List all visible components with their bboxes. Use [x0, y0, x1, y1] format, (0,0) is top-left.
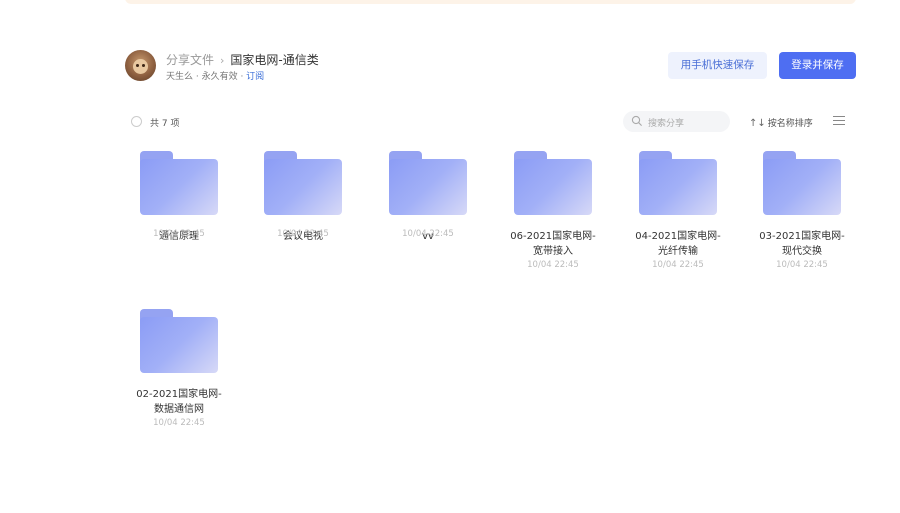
toolbar: 共 7 项 搜索分享 ↑↓ 按名称排序 [131, 111, 851, 133]
sort-label: 按名称排序 [767, 119, 813, 129]
folder-icon [514, 151, 592, 215]
folder-date: 10/04 22:45 [277, 229, 329, 239]
breadcrumb-root[interactable]: 分享文件 [166, 53, 214, 67]
top-notice-banner [125, 0, 856, 4]
folder-icon [264, 151, 342, 215]
folder-name: 03-2021国家电网- 现代交换 [759, 231, 845, 257]
folder-icon [140, 151, 218, 215]
folder-name: 06-2021国家电网- 宽带接入 [510, 231, 596, 257]
search-placeholder: 搜索分享 [648, 119, 685, 129]
folder-date: 10/04 22:45 [153, 418, 205, 428]
breadcrumb: 分享文件 › 国家电网-通信类 [166, 51, 319, 68]
folder-item[interactable]: 06-2021国家电网- 宽带接入 10/04 22:45 [498, 151, 608, 270]
subscribe-link[interactable]: 订阅 [246, 72, 264, 82]
select-all-checkbox[interactable] [131, 116, 142, 127]
folder-item[interactable]: 04-2021国家电网- 光纤传输 10/04 22:45 [623, 151, 733, 270]
item-count: 共 7 项 [150, 119, 180, 129]
search-input[interactable]: 搜索分享 [623, 111, 730, 132]
avatar[interactable] [125, 50, 156, 81]
folder-date: 10/04 22:45 [153, 229, 205, 239]
folder-item[interactable]: vv 10/04 22:45 [373, 151, 483, 242]
folder-item[interactable]: 会议电视 10/04 22:45 [248, 151, 358, 242]
folder-icon [140, 309, 218, 373]
folder-date: 10/04 22:45 [402, 229, 454, 239]
share-meta: 天生么 · 永久有效 · 订阅 [166, 69, 264, 82]
folder-item[interactable]: 通信原理 10/04 22:45 [124, 151, 234, 242]
phone-save-button[interactable]: 用手机快速保存 [668, 52, 767, 79]
search-icon [631, 115, 642, 126]
folder-icon [639, 151, 717, 215]
folder-icon [389, 151, 467, 215]
folder-date: 10/04 22:45 [776, 260, 828, 270]
folder-item[interactable]: 02-2021国家电网- 数据通信网 10/04 22:45 [124, 309, 234, 428]
list-view-icon[interactable] [833, 116, 845, 126]
share-meta-text: 天生么 · 永久有效 · [166, 72, 247, 82]
folder-date: 10/04 22:45 [527, 260, 579, 270]
folder-item[interactable]: 03-2021国家电网- 现代交换 10/04 22:45 [747, 151, 857, 270]
breadcrumb-separator-icon: › [220, 54, 225, 67]
page-title: 国家电网-通信类 [230, 53, 319, 67]
sort-button[interactable]: ↑↓ 按名称排序 [749, 116, 813, 129]
folder-name: 02-2021国家电网- 数据通信网 [136, 389, 222, 415]
sort-icon: ↑↓ [749, 118, 766, 129]
share-header: 分享文件 › 国家电网-通信类 天生么 · 永久有效 · 订阅 用手机快速保存 登录… [125, 50, 856, 82]
login-save-button[interactable]: 登录并保存 [779, 52, 856, 79]
folder-date: 10/04 22:45 [652, 260, 704, 270]
folder-icon [763, 151, 841, 215]
folder-name: 04-2021国家电网- 光纤传输 [635, 231, 721, 257]
